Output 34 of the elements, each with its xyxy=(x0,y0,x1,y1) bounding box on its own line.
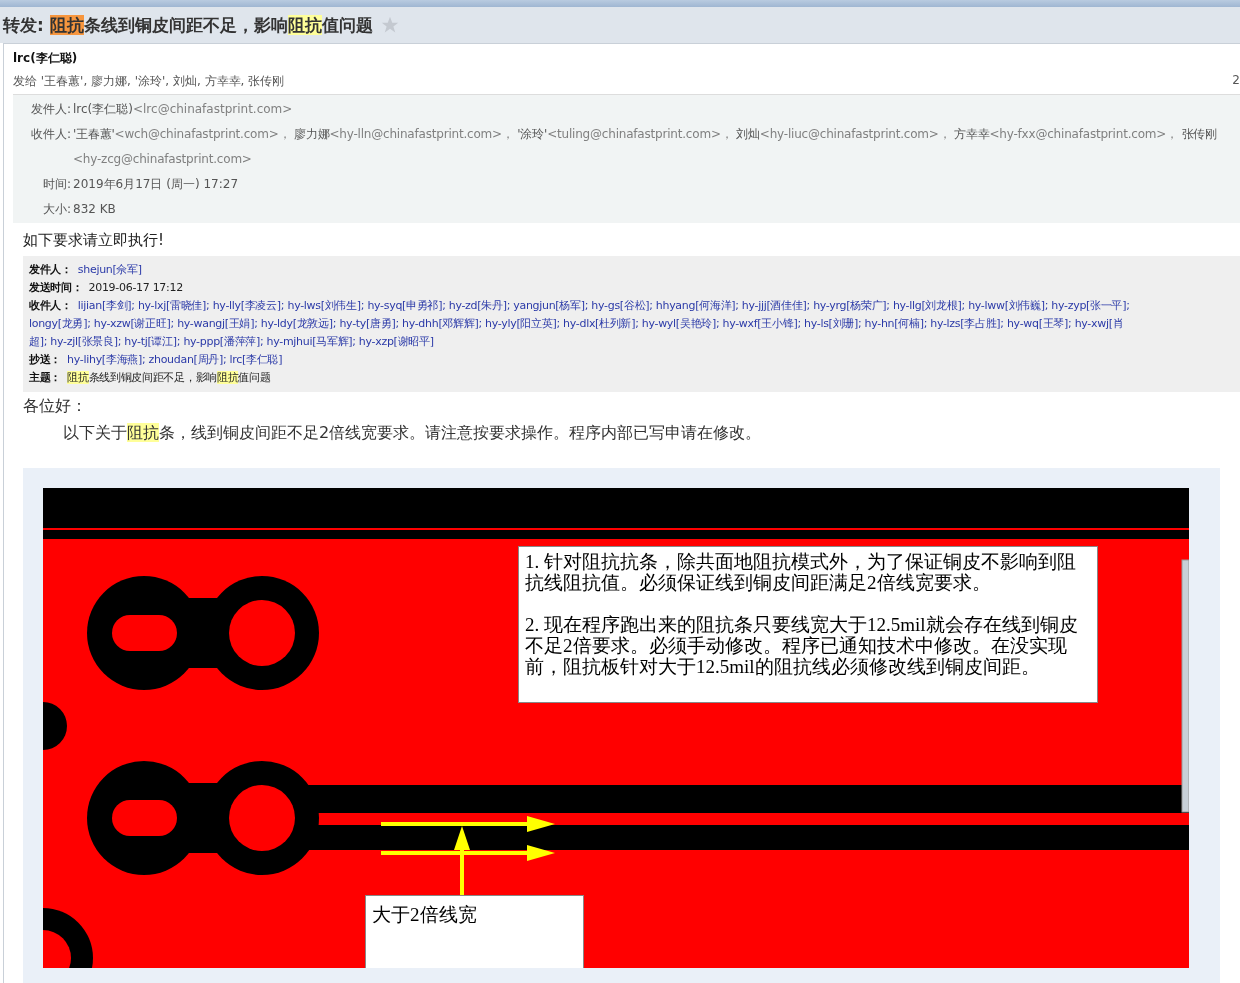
highlighted-term: 阻抗 xyxy=(287,14,322,35)
greeting-text: 各位好： xyxy=(23,396,88,417)
size-value: 832 KB xyxy=(73,202,117,217)
field-label: 时间: xyxy=(41,177,71,192)
recipient-list: longy[龙勇]; hy-xzw[谢正旺]; hy-wangj[王娟]; hy-ldy[龙敦远]; hy-ty[唐勇]; hy-dhh[邓辉辉]; hy-yly[阳立英]; hy-dlx[杜列新]; hy-wyl[吴艳玲]; hy-wxf[王小锋]; hy-ls[刘珊]; hy-hn[何楠]; hy-lzs[李占胜]; hy-wq[王琴]; hy-xwj[肖 xyxy=(29,317,1124,331)
field-label: 收件人： xyxy=(29,299,72,313)
field-label: 发件人： xyxy=(29,263,72,277)
highlighted-term: 阻抗 xyxy=(216,371,239,384)
star-icon[interactable] xyxy=(380,16,399,34)
field-label: 发送时间： xyxy=(29,281,83,295)
field-label: 发件人: xyxy=(29,102,71,117)
annotation-note: 1. 针对阻抗抗条，除共面地阻抗模式外，为了保证铜皮不影响到阻抗线阻抗值。必须保证线到铜皮间距满足2倍线宽要求。 2. 现在程序跑出来的阻抗条只要线宽大于12.5mil就会存在线到铜皮不足2倍要求。必须手动修改。程序已通知技术中修改。在没实现前，阻抗板针对大于12.5mil的阻抗线必须修改线到铜皮间距。 xyxy=(518,546,1098,703)
date-text: 2 xyxy=(1232,73,1240,89)
sender-name: lrc(李仁聪) xyxy=(13,50,79,67)
field-label: 大小: xyxy=(41,202,71,217)
field-label: 抄送： xyxy=(29,353,62,367)
annotation-label: 大于2倍线宽 xyxy=(365,895,584,968)
time-value: 2019年6月17日 (周一) 17:27 xyxy=(73,177,240,192)
recipient-list: 超]; hy-zjl[张景良]; hy-tj[谭江]; hy-ppp[潘萍萍]; hy-mjhui[马军辉]; hy-xzp[谢昭平] xyxy=(29,335,434,349)
from-link[interactable]: shejun[佘军] xyxy=(77,263,142,277)
recipient-list: lijian[李剑]; hy-lxj[雷晓佳]; hy-lly[李凌云]; hy-lws[刘伟生]; hy-syq[申勇祁]; hy-zd[朱丹]; yangjun[杨军]; hy-gs[谷松]; hhyang[何海洋]; hy-jjj[酒佳佳]; hy-yrg[杨荣广]; hy-llg[刘龙根]; hy-lww[刘伟巍]; hy-zyp[张一平]; xyxy=(77,299,1130,313)
highlighted-term: 阻抗 xyxy=(67,371,89,384)
highlighted-term: 阻抗 xyxy=(127,423,159,442)
highlighted-term: 阻抗 xyxy=(49,14,84,35)
to-addresses: '王春蕙'<wch@chinafastprint.com>， 廖力娜<hy-lln@chinafastprint.com>， '涂玲'<tuling@chinafastprint.com>， 刘灿<hy-liuc@chinafastprint.com>， 方幸幸<hy-fxx@chinafastprint.com>， 张传刚 <hy-zcg@chinafastprint.com> xyxy=(73,126,1218,168)
recipients-summary: 发给 '王春蕙', 廖力娜, '涂玲', 刘灿, 方幸幸, 张传刚 xyxy=(13,73,285,90)
cc-list: hy-lihy[李海燕]; zhoudan[周丹]; lrc[李仁聪] xyxy=(67,353,283,367)
sent-time: 2019-06-17 17:12 xyxy=(88,281,183,295)
intro-text: 如下要求请立即执行! xyxy=(23,231,165,250)
field-label: 主题： xyxy=(29,371,62,385)
from-address: lrc(李仁聪)<lrc@chinafastprint.com> xyxy=(73,102,294,117)
quoted-subject: 阻抗条线到铜皮间距不足，影响阻抗值问题 xyxy=(67,371,271,385)
field-label: 收件人: xyxy=(29,127,71,143)
body-paragraph: 以下关于阻抗条，线到铜皮间距不足2倍线宽要求。请注意按要求操作。程序内部已写申请在修改。 xyxy=(63,423,763,444)
